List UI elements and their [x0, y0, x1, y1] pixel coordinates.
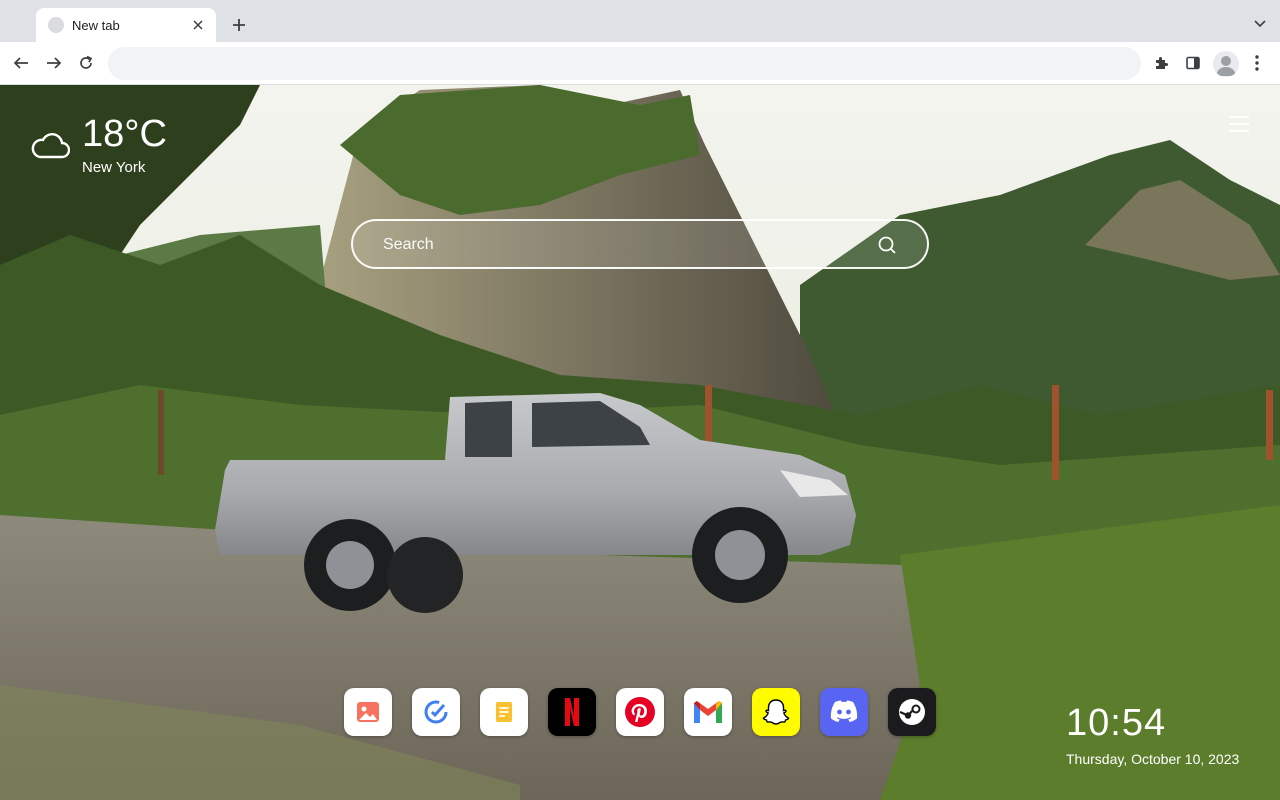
profile-avatar[interactable] [1213, 51, 1239, 77]
tab-new-tab[interactable]: New tab [36, 8, 216, 42]
app-discord[interactable] [820, 688, 868, 736]
netflix-icon [565, 698, 579, 726]
search-input[interactable] [383, 232, 843, 258]
gmail-icon [694, 701, 722, 723]
app-netflix[interactable] [548, 688, 596, 736]
app-snapchat[interactable] [752, 688, 800, 736]
clock-date: Thursday, October 10, 2023 [1066, 751, 1240, 767]
side-panel-icon[interactable] [1182, 52, 1204, 74]
weather-widget[interactable]: 18°C New York [30, 113, 230, 183]
check-icon [424, 700, 448, 724]
browser-toolbar [0, 42, 1280, 85]
app-photos[interactable] [344, 688, 392, 736]
app-shortcuts [344, 688, 944, 736]
new-tab-button[interactable] [228, 14, 250, 36]
kebab-menu-icon[interactable] [1246, 52, 1268, 74]
snapchat-icon [762, 699, 790, 725]
new-tab-page: 18°C New York Search 10:54 Thursday, Oct… [0, 85, 1280, 800]
notes-icon [496, 702, 512, 722]
hamburger-menu-icon[interactable] [1228, 115, 1250, 133]
city-name: New York [82, 159, 146, 176]
address-bar[interactable] [108, 47, 1141, 80]
forward-button[interactable] [43, 52, 65, 74]
search-icon[interactable] [877, 235, 897, 255]
tab-strip: New tab [0, 0, 1280, 42]
app-pinterest[interactable] [616, 688, 664, 736]
back-button[interactable] [10, 52, 32, 74]
close-icon[interactable] [190, 17, 206, 33]
steam-icon [899, 699, 925, 725]
app-gmail[interactable] [684, 688, 732, 736]
chevron-down-icon[interactable] [1252, 16, 1268, 32]
temperature: 18°C [82, 113, 167, 155]
discord-icon [830, 700, 858, 722]
app-steam[interactable] [888, 688, 936, 736]
extensions-icon[interactable] [1150, 52, 1172, 74]
app-tasks[interactable] [412, 688, 460, 736]
clock-time: 10:54 [1066, 702, 1167, 744]
tab-title: New tab [72, 17, 120, 33]
search-box[interactable] [351, 219, 929, 269]
clock-widget: 10:54 Thursday, October 10, 2023 [1066, 701, 1266, 767]
pinterest-icon [625, 697, 655, 727]
reload-button[interactable] [75, 52, 97, 74]
image-icon [357, 702, 379, 722]
app-notes[interactable] [480, 688, 528, 736]
cloud-icon [31, 133, 70, 159]
globe-icon [48, 17, 64, 33]
